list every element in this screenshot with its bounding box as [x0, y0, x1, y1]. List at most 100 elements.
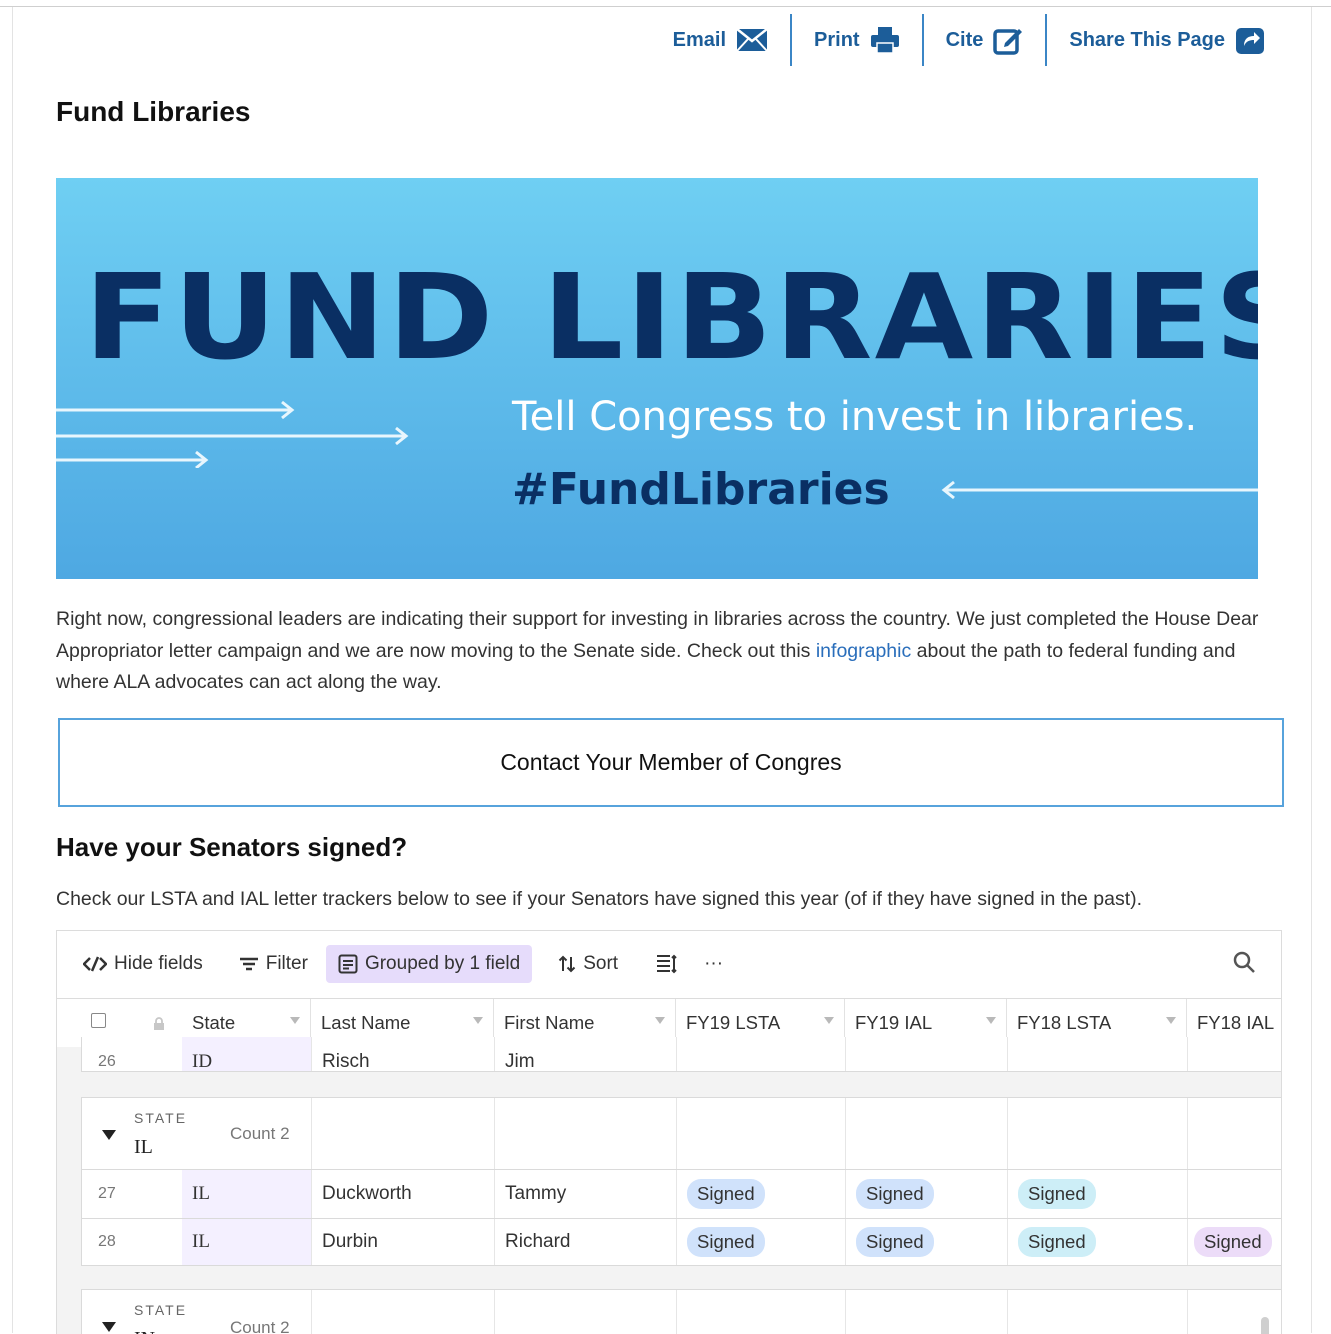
page-actions-toolbar: Email Print Cite Share This Page — [651, 14, 1287, 66]
group-header-il[interactable]: STATE IL Count 2 — [81, 1097, 1281, 1169]
fund-libraries-banner: FUND LIBRARIES Tell Congress to invest i… — [56, 178, 1258, 579]
group-icon — [338, 954, 358, 974]
row-fy19-ial-cell: Signed — [846, 1219, 1008, 1265]
banner-tagline: Tell Congress to invest in libraries. — [512, 394, 1198, 440]
group-spacer — [677, 1290, 846, 1334]
group-field-label: STATE — [134, 1110, 188, 1126]
group-spacer — [846, 1098, 1008, 1169]
cite-label: Cite — [945, 28, 984, 51]
grid-scrollbar[interactable] — [1261, 1317, 1269, 1334]
contact-congress-button[interactable]: Contact Your Member of Congres — [58, 718, 1284, 807]
column-fy19-lsta-label: FY19 LSTA — [686, 1012, 781, 1033]
group-value: IL — [134, 1136, 153, 1158]
row-fy19-ial-cell — [846, 1037, 1008, 1071]
email-button[interactable]: Email — [651, 14, 790, 66]
select-all-checkbox[interactable] — [91, 1013, 106, 1028]
share-page-button[interactable]: Share This Page — [1045, 14, 1287, 66]
column-state[interactable]: State — [192, 1012, 235, 1034]
sort-button[interactable]: Sort — [546, 945, 630, 983]
hide-fields-icon — [83, 956, 107, 972]
infographic-link[interactable]: infographic — [816, 640, 911, 662]
banner-hashtag: #FundLibraries — [512, 464, 890, 515]
row-fy19-lsta-cell: Signed — [677, 1170, 846, 1218]
row-first-name-cell: Jim — [495, 1037, 677, 1072]
row-first-name-cell: Tammy — [495, 1170, 677, 1218]
envelope-icon — [736, 28, 768, 52]
row-height-button[interactable] — [644, 945, 690, 983]
row-fy18-lsta-cell: Signed — [1008, 1219, 1188, 1265]
sort-icon — [559, 955, 576, 973]
group-label-cell: STATE IL Count 2 — [82, 1098, 312, 1169]
senators-description: Check our LSTA and IAL letter trackers b… — [56, 888, 1143, 910]
lock-icon — [154, 1017, 164, 1030]
row-last-name-cell: Durbin — [312, 1219, 495, 1265]
row-state-cell: IL — [182, 1170, 312, 1218]
first-name-column-menu-icon[interactable] — [655, 1017, 665, 1024]
row-height-icon — [657, 954, 677, 974]
table-row[interactable]: 26 ID Risch Jim — [81, 1037, 1281, 1072]
status-badge: Signed — [1194, 1227, 1272, 1257]
group-field-label: STATE — [134, 1302, 188, 1318]
column-fy18-ial-label: FY18 IAL — [1197, 1012, 1275, 1033]
row-last-name-cell: Duckworth — [312, 1170, 495, 1218]
column-last-name-label: Last Name — [321, 1012, 411, 1033]
row-state-cell: IL — [182, 1219, 312, 1265]
table-row[interactable]: 28 IL Durbin Richard Signed Signed Signe… — [81, 1218, 1281, 1266]
state-column-menu-icon[interactable] — [290, 1017, 300, 1024]
column-fy19-ial-label: FY19 IAL — [855, 1012, 933, 1033]
sort-label: Sort — [583, 953, 619, 974]
group-spacer — [312, 1098, 495, 1169]
fy19-lsta-column-menu-icon[interactable] — [824, 1017, 834, 1024]
row-number: 28 — [98, 1233, 116, 1250]
row-first-name-cell: Richard — [495, 1219, 677, 1265]
page-title: Fund Libraries — [56, 96, 251, 127]
status-badge: Signed — [687, 1227, 765, 1257]
collapse-group-icon[interactable] — [102, 1322, 116, 1332]
more-options-button[interactable]: ··· — [692, 945, 735, 983]
print-button[interactable]: Print — [790, 14, 922, 66]
email-label: Email — [672, 28, 727, 51]
intro-paragraph: Right now, congressional leaders are ind… — [56, 604, 1276, 699]
hide-fields-button[interactable]: Hide fields — [71, 945, 215, 983]
group-spacer — [846, 1290, 1008, 1334]
status-badge: Signed — [1018, 1179, 1096, 1209]
row-fy19-ial-cell: Signed — [846, 1170, 1008, 1218]
share-label: Share This Page — [1069, 28, 1225, 51]
row-number: 27 — [98, 1185, 116, 1202]
share-icon — [1236, 28, 1264, 54]
group-label: Grouped by 1 field — [364, 953, 521, 974]
row-fy19-lsta-cell — [677, 1037, 846, 1071]
group-spacer — [312, 1290, 495, 1334]
filter-label: Filter — [265, 953, 308, 974]
grid-search-button[interactable] — [1233, 951, 1255, 979]
cite-button[interactable]: Cite — [921, 14, 1046, 66]
hide-fields-label: Hide fields — [114, 953, 203, 974]
grid-toolbar: Hide fields Filter Grouped by 1 field So… — [57, 931, 1281, 997]
row-number: 26 — [98, 1053, 116, 1070]
row-state-cell: ID — [182, 1037, 312, 1072]
group-spacer — [1008, 1098, 1188, 1169]
row-fy18-lsta-cell: Signed — [1008, 1170, 1188, 1218]
status-badge: Signed — [1018, 1227, 1096, 1257]
fy18-lsta-column-menu-icon[interactable] — [1166, 1017, 1176, 1024]
group-count: Count 2 — [230, 1318, 290, 1334]
fy19-ial-column-menu-icon[interactable] — [986, 1017, 996, 1024]
group-header-in[interactable]: STATE IN Count 2 — [81, 1289, 1281, 1334]
senators-heading: Have your Senators signed? — [56, 832, 408, 862]
collapse-group-icon[interactable] — [102, 1130, 116, 1140]
column-first-name-label: First Name — [504, 1012, 595, 1033]
printer-icon — [870, 27, 899, 54]
filter-button[interactable]: Filter — [227, 945, 320, 983]
group-button[interactable]: Grouped by 1 field — [325, 945, 533, 983]
table-row[interactable]: 27 IL Duckworth Tammy Signed Signed Sign… — [81, 1169, 1281, 1218]
group-spacer — [495, 1098, 677, 1169]
group-value: IN — [134, 1328, 155, 1334]
group-spacer — [495, 1290, 677, 1334]
last-name-column-menu-icon[interactable] — [473, 1017, 483, 1024]
column-fy18-lsta-label: FY18 LSTA — [1017, 1012, 1112, 1033]
arrow-left-icon — [941, 480, 1258, 500]
row-fy18-ial-cell: Signed — [1188, 1219, 1281, 1265]
search-icon — [1233, 951, 1255, 973]
row-fy19-lsta-cell: Signed — [677, 1219, 846, 1265]
group-spacer — [1008, 1290, 1188, 1334]
